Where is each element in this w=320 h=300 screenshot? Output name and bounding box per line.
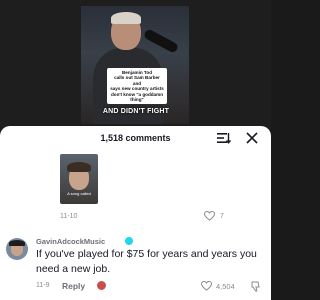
comments-sheet: 1,518 comments A song called 11-10 7 Gav… xyxy=(0,126,271,300)
verified-badge-icon xyxy=(125,237,133,245)
comment-username[interactable]: GavinAdcockMusic xyxy=(36,237,105,246)
comments-header: 1,518 comments xyxy=(0,126,271,150)
caption-line: says new country artists xyxy=(110,86,164,92)
microphone-icon xyxy=(142,28,180,54)
comment-image-thumbnail[interactable]: A song called xyxy=(60,154,98,204)
like-count: 7 xyxy=(220,213,224,220)
caption-line: calls out Sam Barber and xyxy=(114,75,160,86)
thumbnail-hair xyxy=(67,162,91,172)
person-hair xyxy=(111,12,141,24)
heart-icon[interactable] xyxy=(201,281,212,291)
video-caption-bold: AND DIDN'T FIGHT xyxy=(102,108,170,115)
like-count: 4,504 xyxy=(216,282,235,291)
creator-liked-avatar xyxy=(96,280,107,291)
thumbnail-caption: A song called xyxy=(67,191,91,196)
caption-line: thing" xyxy=(130,97,144,103)
comment-date: 11-10 xyxy=(60,213,78,220)
comment-date: 11-9 xyxy=(36,282,50,289)
avatar[interactable] xyxy=(6,238,28,260)
avatar-hat xyxy=(9,240,25,246)
video-player[interactable]: Benjamin Tod calls out Sam Barber and sa… xyxy=(0,0,271,130)
video-caption-box: Benjamin Tod calls out Sam Barber and sa… xyxy=(107,68,167,105)
video-frame[interactable]: Benjamin Tod calls out Sam Barber and sa… xyxy=(81,6,189,124)
filter-sort-icon[interactable] xyxy=(217,132,231,144)
close-icon[interactable] xyxy=(246,132,258,144)
heart-icon[interactable] xyxy=(204,211,215,221)
comment-text: If you've played for $75 for years and y… xyxy=(36,248,257,275)
dislike-icon[interactable] xyxy=(250,281,260,292)
reply-button[interactable]: Reply xyxy=(62,281,85,291)
